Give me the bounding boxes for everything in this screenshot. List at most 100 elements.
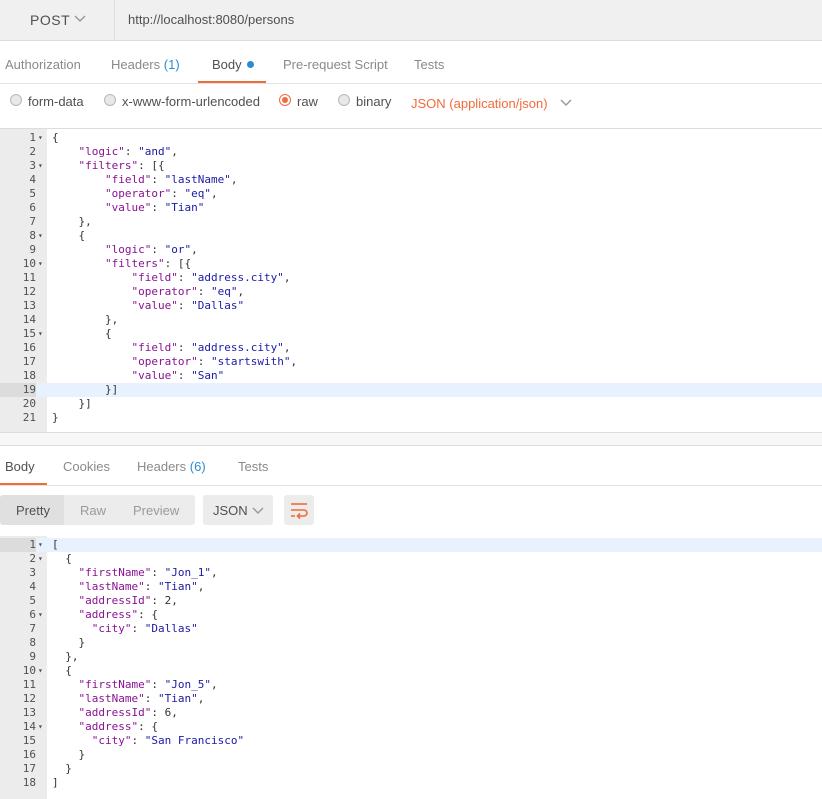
code-line: 15 ▾ { bbox=[0, 327, 822, 341]
code-text: "operator": "startswith", bbox=[131, 355, 298, 368]
code-text: "lastName": "Tian", bbox=[78, 692, 205, 705]
radio-x-www-form-urlencoded[interactable] bbox=[104, 94, 116, 106]
code-line: 18] bbox=[0, 776, 822, 790]
tab-authorization[interactable]: Authorization bbox=[5, 57, 81, 72]
response-tabs: Body Cookies Headers (6) Tests bbox=[0, 445, 822, 486]
code-text: } bbox=[52, 762, 72, 775]
radio-form-data[interactable] bbox=[10, 94, 22, 106]
fold-arrow-icon[interactable]: ▾ bbox=[38, 720, 43, 734]
response-tab-tests[interactable]: Tests bbox=[238, 459, 268, 474]
method-label: POST bbox=[30, 12, 71, 28]
fold-arrow-icon[interactable]: ▾ bbox=[38, 159, 43, 173]
fold-arrow-icon[interactable]: ▾ bbox=[38, 664, 43, 678]
view-raw-button[interactable]: Raw bbox=[80, 503, 106, 518]
code-text: "addressId": 2, bbox=[78, 594, 178, 607]
tab-tests[interactable]: Tests bbox=[414, 57, 444, 72]
code-text: { bbox=[52, 327, 112, 340]
line-number: 7 bbox=[29, 622, 36, 635]
url-input[interactable]: http://localhost:8080/persons bbox=[128, 12, 294, 27]
code-text: "operator": "eq", bbox=[104, 187, 218, 200]
fold-arrow-icon[interactable]: ▾ bbox=[38, 257, 43, 271]
radio-label-binary[interactable]: binary bbox=[356, 94, 391, 109]
tab-body[interactable]: Body bbox=[212, 57, 254, 72]
request-body-editor[interactable]: 1 ▾{2 "logic": "and", 3 ▾ "filters": [{4 "f… bbox=[0, 129, 822, 432]
code-line: 13 "value": "Dallas" bbox=[0, 299, 822, 313]
code-text: "firstName": "Jon_5", bbox=[78, 678, 218, 691]
response-body-viewer[interactable]: 1 ▾[2 ▾ {3 "firstName": "Jon_1", 4 "lastNam… bbox=[0, 536, 822, 799]
fold-arrow-icon[interactable]: ▾ bbox=[38, 131, 43, 145]
line-number: 17 bbox=[22, 762, 36, 775]
line-number: 21 bbox=[22, 411, 36, 424]
code-text: "filters": [{ bbox=[104, 257, 192, 270]
line-number: 11 bbox=[22, 271, 36, 284]
code-line: 6 "value": "Tian" bbox=[0, 201, 822, 215]
code-text: "address": { bbox=[78, 720, 158, 733]
wrap-lines-icon bbox=[291, 503, 308, 520]
radio-binary[interactable] bbox=[338, 94, 350, 106]
code-text: "filters": [{ bbox=[78, 159, 165, 172]
line-number: 3 bbox=[29, 566, 36, 579]
fold-arrow-icon[interactable]: ▾ bbox=[38, 538, 43, 552]
fold-arrow-icon[interactable]: ▾ bbox=[38, 608, 43, 622]
line-number: 2 bbox=[29, 145, 36, 158]
code-text: "city": "San Francisco" bbox=[91, 734, 245, 747]
code-line: 2 "logic": "and", bbox=[0, 145, 822, 159]
code-line: 2 ▾ { bbox=[0, 552, 822, 566]
chevron-down-icon bbox=[252, 507, 264, 515]
fold-arrow-icon[interactable]: ▾ bbox=[38, 229, 43, 243]
line-number: 19 bbox=[0, 383, 36, 397]
code-line: 12 "lastName": "Tian", bbox=[0, 692, 822, 706]
code-line: 9 "logic": "or", bbox=[0, 243, 822, 257]
code-line: 7 "city": "Dallas" bbox=[0, 622, 822, 636]
code-line: 5 "operator": "eq", bbox=[0, 187, 822, 201]
code-text: } bbox=[52, 748, 86, 761]
code-text: "field": "address.city", bbox=[131, 341, 291, 354]
method-dropdown[interactable]: POST bbox=[0, 0, 115, 40]
line-number: 2 bbox=[29, 552, 36, 565]
code-line: 21} bbox=[0, 411, 822, 425]
view-preview-button[interactable]: Preview bbox=[133, 503, 179, 518]
response-tab-body[interactable]: Body bbox=[5, 459, 35, 474]
pane-divider[interactable] bbox=[0, 432, 822, 446]
code-line: 4 "field": "lastName", bbox=[0, 173, 822, 187]
response-tab-cookies[interactable]: Cookies bbox=[63, 459, 110, 474]
code-text: }, bbox=[52, 215, 92, 228]
line-number: 3 bbox=[29, 159, 36, 172]
code-text: "logic": "or", bbox=[104, 243, 198, 256]
code-line: 9 }, bbox=[0, 650, 822, 664]
radio-label-form-data[interactable]: form-data bbox=[28, 94, 84, 109]
code-text: }, bbox=[52, 650, 79, 663]
code-text: }] bbox=[52, 397, 92, 410]
wrap-lines-button[interactable] bbox=[284, 495, 314, 525]
line-number: 8 bbox=[29, 636, 36, 649]
code-line: 17 "operator": "startswith", bbox=[0, 355, 822, 369]
line-number: 11 bbox=[22, 678, 36, 691]
response-tab-headers[interactable]: Headers (6) bbox=[137, 459, 206, 474]
code-line: 7 }, bbox=[0, 215, 822, 229]
line-number: 18 bbox=[22, 369, 36, 382]
fold-arrow-icon[interactable]: ▾ bbox=[38, 327, 43, 341]
chevron-down-icon bbox=[560, 99, 572, 107]
line-number: 14 bbox=[22, 313, 36, 326]
radio-label-x-www-form-urlencoded[interactable]: x-www-form-urlencoded bbox=[122, 94, 260, 109]
active-tab-indicator bbox=[198, 81, 266, 83]
code-line: 8 ▾ { bbox=[0, 229, 822, 243]
line-number: 4 bbox=[29, 580, 36, 593]
code-line: 14 }, bbox=[0, 313, 822, 327]
code-line: 3 ▾ "filters": [{ bbox=[0, 159, 822, 173]
code-text: "lastName": "Tian", bbox=[78, 580, 205, 593]
code-text: "field": "lastName", bbox=[104, 173, 238, 186]
fold-arrow-icon[interactable]: ▾ bbox=[38, 552, 43, 566]
code-line: 1 ▾ [ bbox=[0, 538, 822, 552]
tab-pre-request-script[interactable]: Pre-request Script bbox=[283, 57, 388, 72]
line-number: 1 bbox=[29, 131, 36, 144]
line-number: 10 bbox=[22, 257, 36, 270]
tab-headers[interactable]: Headers (1) bbox=[111, 57, 180, 72]
response-format-dropdown[interactable]: JSON bbox=[203, 495, 273, 525]
radio-label-raw[interactable]: raw bbox=[297, 94, 318, 109]
radio-raw[interactable] bbox=[279, 94, 291, 106]
line-number: 13 bbox=[22, 706, 36, 719]
view-pretty-button[interactable]: Pretty bbox=[16, 503, 50, 518]
content-type-dropdown[interactable]: JSON (application/json) bbox=[411, 96, 573, 111]
line-number: 8 bbox=[29, 229, 36, 242]
